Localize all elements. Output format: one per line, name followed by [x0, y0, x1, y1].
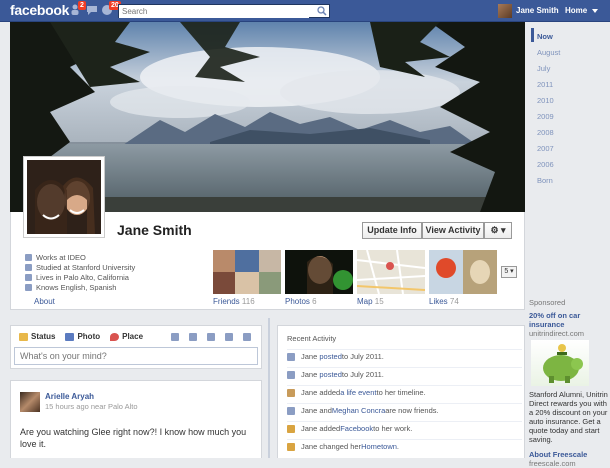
composer-life-event-icons	[171, 333, 261, 341]
photos-tile-label[interactable]: Photos 6	[285, 297, 317, 306]
friends-tile-label[interactable]: Friends 116	[213, 297, 255, 306]
timeline-item-born[interactable]: Born	[537, 176, 553, 185]
map-tile-label[interactable]: Map 15	[357, 297, 384, 306]
ad-url[interactable]: unitrindirect.com	[529, 329, 610, 338]
profile-photo-image	[27, 160, 101, 234]
activity-row[interactable]: Jane added Facebook to her work.	[287, 421, 522, 435]
pencil-icon	[287, 424, 295, 433]
search-box	[118, 4, 330, 18]
about-link[interactable]: About	[34, 297, 55, 306]
tab-photo[interactable]: Photo	[65, 332, 100, 341]
info-languages: Knows English, Spanish	[25, 282, 135, 292]
timeline-item-2010[interactable]: 2010	[537, 96, 554, 105]
ad2-url[interactable]: freescale.com	[529, 459, 610, 468]
activity-row[interactable]: Jane changed her Hometown.	[287, 439, 522, 453]
ad-piggy-bank-image[interactable]	[531, 340, 589, 386]
home-icon	[25, 273, 32, 281]
timeline-item-2006[interactable]: 2006	[537, 160, 554, 169]
sponsored-header: Sponsored	[529, 298, 566, 307]
recent-activity-box: Recent Activity Jane posted to July 2011…	[277, 325, 525, 458]
briefcase-icon	[25, 253, 32, 261]
timeline-item-2007[interactable]: 2007	[537, 144, 554, 153]
timeline-navigation: Now August July 2011 2010 2009 2008 2007…	[529, 22, 610, 197]
person-icon	[287, 370, 295, 379]
search-icon[interactable]	[316, 5, 328, 17]
flag-icon[interactable]	[171, 333, 179, 341]
profile-info-list: Works at IDEO Studied at Stanford Univer…	[25, 252, 135, 292]
timeline-selected-indicator	[531, 28, 534, 42]
timeline-item-now[interactable]: Now	[537, 32, 553, 41]
person-icon	[287, 352, 295, 361]
messages-icon[interactable]	[86, 4, 100, 16]
activity-row[interactable]: Jane added a life event to her timeline.	[287, 385, 522, 399]
status-composer: Status Photo Place	[10, 325, 262, 369]
user-name-link[interactable]: Jane Smith	[516, 6, 559, 15]
top-navigation-bar: facebook 2 20 Jane Smith Home	[0, 0, 610, 22]
house-icon[interactable]	[207, 333, 215, 341]
home-link[interactable]: Home	[565, 6, 587, 15]
pencil-icon	[19, 332, 28, 341]
more-tiles-dropdown-button[interactable]: 5 ▾	[501, 266, 517, 278]
info-location: Lives in Palo Alto, California	[25, 272, 135, 282]
ad-title[interactable]: 20% off on car insurance	[529, 311, 610, 329]
camera-icon	[65, 332, 75, 341]
recent-activity-header: Recent Activity	[287, 334, 337, 343]
update-info-button[interactable]: Update Info	[362, 222, 422, 239]
heart-icon[interactable]	[189, 333, 197, 341]
user-avatar[interactable]	[498, 4, 512, 18]
activity-row[interactable]: Jane posted to July 2011.	[287, 349, 522, 363]
friend-requests-icon[interactable]: 2	[70, 1, 86, 16]
sponsored-ads: Sponsored 20% off on car insurance unitr…	[529, 298, 610, 468]
whats-on-your-mind-input[interactable]	[14, 347, 258, 365]
timeline-item-august[interactable]: August	[537, 48, 560, 57]
pencil-icon	[287, 442, 295, 451]
graduation-cap-icon	[25, 263, 32, 271]
photos-tile[interactable]	[285, 250, 353, 294]
timeline-post: Arielle Aryah 15 hours ago near Palo Alt…	[10, 380, 262, 458]
likes-tile[interactable]	[429, 250, 497, 294]
hand-icon[interactable]	[225, 333, 233, 341]
account-menu-chevron-down-icon[interactable]	[592, 9, 598, 13]
composer-tabs: Status Photo Place	[19, 332, 153, 341]
profile-picture[interactable]	[23, 156, 105, 238]
post-author-name[interactable]: Arielle Aryah	[45, 392, 94, 401]
timeline-item-2011[interactable]: 2011	[537, 80, 553, 89]
timeline-item-july[interactable]: July	[537, 64, 550, 73]
timeline-item-2009[interactable]: 2009	[537, 112, 554, 121]
timeline-item-2008[interactable]: 2008	[537, 128, 554, 137]
activity-row[interactable]: Jane and Meghan Concra are now friends.	[287, 403, 522, 417]
info-work: Works at IDEO	[25, 252, 135, 262]
map-tile[interactable]	[357, 250, 425, 294]
timeline-spine	[268, 318, 270, 458]
profile-name[interactable]: Jane Smith	[117, 222, 192, 238]
settings-gear-dropdown-button[interactable]: ⚙ ▾	[484, 222, 512, 239]
globe-icon	[25, 283, 32, 291]
info-education: Studied at Stanford University	[25, 262, 135, 272]
search-input[interactable]	[119, 5, 309, 18]
friends-icon	[287, 406, 295, 415]
post-meta: 15 hours ago near Palo Alto	[45, 402, 138, 411]
view-activity-button[interactable]: View Activity	[422, 222, 484, 239]
likes-tile-label[interactable]: Likes 74	[429, 297, 459, 306]
map-pin-icon	[110, 332, 120, 341]
post-author-avatar[interactable]	[20, 392, 40, 412]
ad-body: Stanford Alumni, Unitrin Direct rewards …	[529, 390, 608, 444]
book-icon	[287, 388, 295, 397]
friend-requests-badge: 2	[78, 1, 86, 10]
plane-icon[interactable]	[243, 333, 251, 341]
post-text: Are you watching Glee right now?! I know…	[20, 427, 247, 449]
tab-place[interactable]: Place	[110, 332, 143, 341]
facebook-logo[interactable]: facebook	[10, 2, 69, 18]
friends-tile[interactable]	[213, 250, 281, 294]
activity-row[interactable]: Jane posted to July 2011.	[287, 367, 522, 381]
tab-status[interactable]: Status	[19, 332, 55, 341]
notifications-icon[interactable]: 20	[101, 1, 121, 16]
